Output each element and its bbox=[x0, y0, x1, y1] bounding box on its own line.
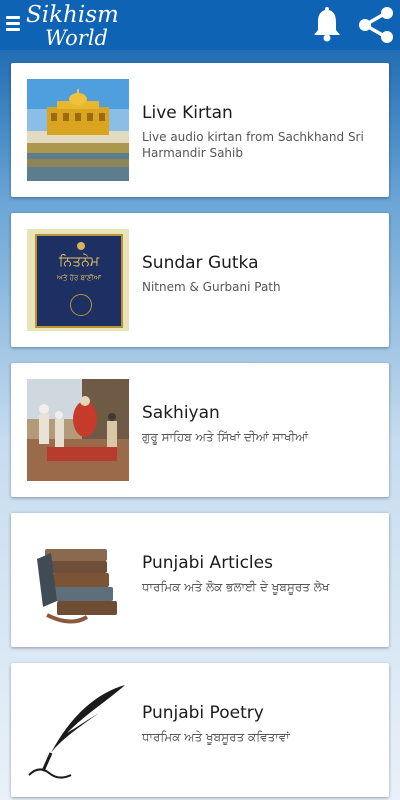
app-bar: Sikhism World bbox=[0, 0, 400, 50]
app-logo: Sikhism World bbox=[26, 2, 126, 50]
card-title: Live Kirtan bbox=[142, 103, 233, 123]
card-subtitle: Nitnem & Gurbani Path bbox=[142, 280, 281, 294]
card-title: Sundar Gutka bbox=[142, 253, 259, 273]
bell-icon[interactable] bbox=[311, 7, 343, 43]
card-subtitle: Live audio kirtan from Sachkhand Sri Har… bbox=[142, 130, 364, 160]
book-title: ਨਿਤਨੇਮ bbox=[58, 254, 100, 270]
card-sundar-gutka[interactable]: ਨਿਤਨੇਮ ਅਤੇ ਹੋਰ ਬਾਣੀਆਂ Sundar Gutka Nitne… bbox=[11, 213, 389, 347]
card-subtitle: ਧਾਰਮਿਕ ਅਤੇ ਖੂਬਸੂਰਤ ਕਵਿਤਾਵਾਂ bbox=[142, 730, 290, 744]
quill-pen-image bbox=[27, 679, 129, 781]
share-icon[interactable] bbox=[357, 6, 395, 44]
sakhi-painting-image bbox=[27, 379, 129, 481]
golden-temple-image bbox=[27, 79, 129, 181]
card-punjabi-articles[interactable]: Punjabi Articles ਧਾਰਮਿਕ ਅਤੇ ਲੋਕ ਭਲਾਈ ਦੇ … bbox=[11, 513, 389, 647]
card-punjabi-poetry[interactable]: Punjabi Poetry ਧਾਰਮਿਕ ਅਤੇ ਖੂਬਸੂਰਤ ਕਵਿਤਾਵ… bbox=[11, 663, 389, 797]
book-stack-image bbox=[27, 529, 129, 631]
card-sakhiyan[interactable]: Sakhiyan ਗੁਰੂ ਸਾਹਿਬ ਅਤੇ ਸਿੱਖਾਂ ਦੀਆਂ ਸਾਖੀ… bbox=[11, 363, 389, 497]
card-live-kirtan[interactable]: Live Kirtan Live audio kirtan from Sachk… bbox=[11, 63, 389, 197]
logo-line2: World bbox=[45, 26, 108, 50]
menu-icon[interactable] bbox=[6, 13, 20, 35]
card-subtitle: ਧਾਰਮਿਕ ਅਤੇ ਲੋਕ ਭਲਾਈ ਦੇ ਖੂਬਸੂਰਤ ਲੇਖ bbox=[142, 580, 330, 594]
card-title: Punjabi Articles bbox=[142, 553, 273, 573]
book-subtitle: ਅਤੇ ਹੋਰ ਬਾਣੀਆਂ bbox=[56, 274, 102, 282]
logo-line1: Sikhism bbox=[26, 2, 119, 28]
gutka-book-image: ਨਿਤਨੇਮ ਅਤੇ ਹੋਰ ਬਾਣੀਆਂ bbox=[27, 229, 129, 331]
card-title: Punjabi Poetry bbox=[142, 703, 264, 723]
card-title: Sakhiyan bbox=[142, 403, 220, 423]
card-subtitle: ਗੁਰੂ ਸਾਹਿਬ ਅਤੇ ਸਿੱਖਾਂ ਦੀਆਂ ਸਾਖੀਆਂ bbox=[142, 430, 309, 444]
